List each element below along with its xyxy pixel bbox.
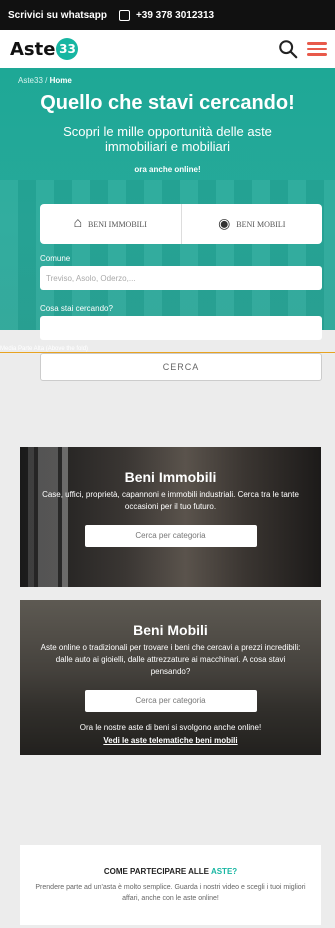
section-title-accent: ASTE?	[210, 867, 238, 876]
top-bar: Scrivici su whatsapp +39 378 3012313	[0, 0, 335, 30]
comune-label: Comune	[40, 254, 71, 263]
phone-icon	[118, 9, 130, 21]
section-text: Prendere parte ad un'asta è molto sempli…	[35, 884, 306, 902]
tab-beni-immobili[interactable]: ⌂ BENI IMMOBILI	[40, 204, 182, 244]
hero-subtitle: Scopri le mille opportunità delle aste i…	[63, 124, 272, 154]
come-partecipare-section: COME PARTECIPARE ALLE ASTE? Prendere par…	[20, 845, 321, 925]
comune-input[interactable]: Treviso, Asolo, Oderzo,...	[40, 266, 322, 290]
search-icon[interactable]	[277, 38, 299, 60]
cosa-label: Cosa stai cercando?	[40, 304, 113, 313]
tab-label: BENI MOBILI	[236, 219, 286, 229]
car-icon: ◉	[218, 216, 231, 232]
window-decoration	[28, 447, 68, 587]
tab-label: BENI IMMOBILI	[88, 219, 147, 229]
cerca-categoria-mobili-button[interactable]: Cerca per categoria	[84, 690, 257, 712]
building-icon: ⌂	[73, 216, 82, 231]
card-text: Case, uffici, proprietà, capannoni e imm…	[42, 490, 299, 511]
section-title: COME PARTECIPARE ALLE ASTE?	[20, 867, 321, 876]
site-header: Aste 33	[0, 30, 335, 68]
hero-section: Aste33 / Home Quello che stavi cercando!…	[0, 68, 335, 340]
breadcrumb: Aste33 / Home	[18, 76, 72, 85]
logo[interactable]: Aste 33	[10, 38, 79, 60]
card-beni-immobili: Beni Immobili Case, uffici, proprietà, c…	[20, 447, 321, 587]
online-note: Ora le nostre aste di beni si svolgono a…	[79, 723, 262, 732]
cosa-input[interactable]	[40, 316, 322, 340]
fold-line	[0, 352, 335, 353]
breadcrumb-home[interactable]: Aste33	[18, 76, 43, 85]
breadcrumb-current: Home	[49, 76, 72, 85]
breadcrumb-separator: /	[45, 76, 48, 85]
tab-beni-mobili[interactable]: ◉ BENI MOBILI	[182, 204, 323, 244]
section-title-text: COME PARTECIPARE ALLE	[103, 867, 209, 876]
aste-telematiche-link[interactable]: Vedi le aste telematiche beni mobili	[20, 736, 321, 745]
card-title: Beni Immobili	[124, 469, 217, 485]
search-tabs: ⌂ BENI IMMOBILI ◉ BENI MOBILI	[40, 204, 322, 244]
fold-label: Media Parte Alta (Above the fold)	[0, 346, 89, 352]
whatsapp-link[interactable]: Scrivici su whatsapp	[8, 10, 107, 21]
card-beni-mobili: Beni Mobili Aste online o tradizionali p…	[20, 600, 321, 755]
hamburger-menu-icon[interactable]	[307, 39, 327, 59]
logo-badge: 33	[56, 38, 79, 60]
logo-text: Aste	[10, 38, 56, 60]
card-title: Beni Mobili	[133, 622, 208, 638]
cerca-categoria-immobili-button[interactable]: Cerca per categoria	[84, 525, 257, 547]
phone-number[interactable]: +39 378 3012313	[136, 10, 214, 21]
hero-title: Quello che stavi cercando!	[40, 92, 295, 114]
card-text: Aste online o tradizionali per trovare i…	[40, 643, 301, 676]
cerca-button[interactable]: CERCA	[40, 353, 322, 381]
hero-online-note: ora anche online!	[134, 165, 201, 174]
